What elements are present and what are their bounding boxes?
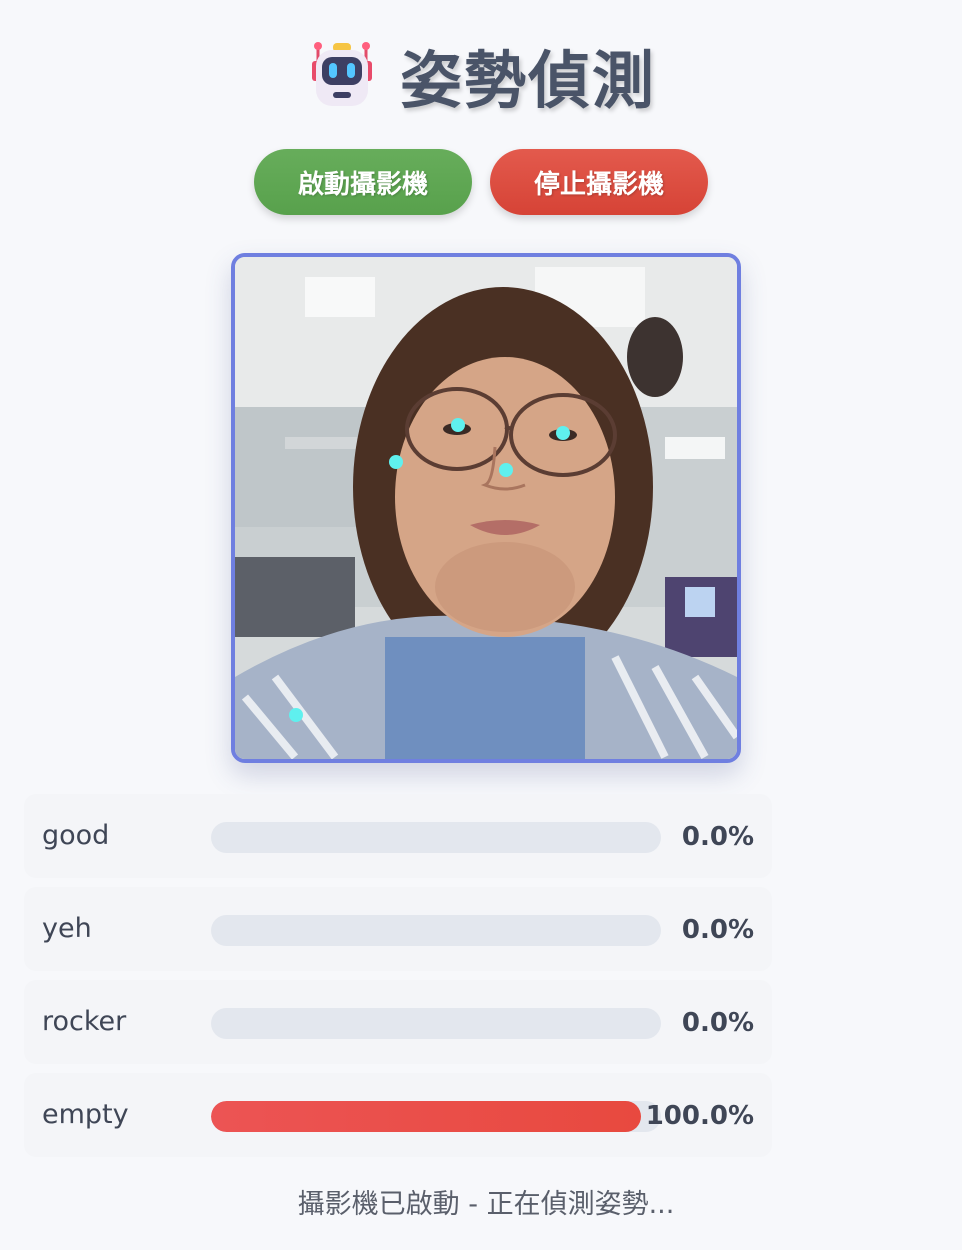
keypoint-right-eye bbox=[556, 426, 570, 440]
prediction-value: 0.0% bbox=[681, 1008, 754, 1038]
prediction-value: 100.0% bbox=[645, 1101, 754, 1131]
prediction-bar-track bbox=[211, 1008, 661, 1039]
camera-feed bbox=[231, 253, 741, 763]
page-title: 姿勢偵測 bbox=[399, 44, 656, 117]
keypoint-left-eye bbox=[451, 418, 465, 432]
prediction-label: yeh bbox=[42, 913, 92, 944]
prediction-label: empty bbox=[42, 1099, 129, 1130]
prediction-bar-fill bbox=[211, 1101, 641, 1132]
prediction-label: rocker bbox=[42, 1006, 127, 1037]
prediction-row-good: good 0.0% bbox=[24, 794, 772, 878]
prediction-list: good 0.0% yeh 0.0% rocker 0.0% empty 100… bbox=[24, 794, 772, 1166]
prediction-row-empty: empty 100.0% bbox=[24, 1073, 772, 1157]
robot-icon bbox=[311, 42, 372, 106]
status-text: 攝影機已啟動 - 正在偵測姿勢... bbox=[297, 1189, 675, 1220]
stop-camera-button[interactable]: 停止攝影機 bbox=[490, 149, 708, 215]
keypoint-shoulder bbox=[289, 708, 303, 722]
pose-detection-page: 姿勢偵測 啟動攝影機 停止攝影機 good 0.0% yeh 0.0% rock… bbox=[0, 0, 962, 1250]
keypoint-left-ear bbox=[389, 455, 403, 469]
start-camera-button[interactable]: 啟動攝影機 bbox=[254, 149, 472, 215]
prediction-bar-track bbox=[211, 822, 661, 853]
prediction-bar-track bbox=[211, 1101, 661, 1132]
prediction-value: 0.0% bbox=[681, 822, 754, 852]
camera-controls: 啟動攝影機 停止攝影機 bbox=[0, 149, 962, 215]
prediction-row-rocker: rocker 0.0% bbox=[24, 980, 772, 1064]
prediction-row-yeh: yeh 0.0% bbox=[24, 887, 772, 971]
prediction-value: 0.0% bbox=[681, 915, 754, 945]
prediction-bar-track bbox=[211, 915, 661, 946]
prediction-label: good bbox=[42, 820, 110, 851]
title-row: 姿勢偵測 bbox=[0, 30, 962, 120]
keypoint-nose bbox=[499, 463, 513, 477]
